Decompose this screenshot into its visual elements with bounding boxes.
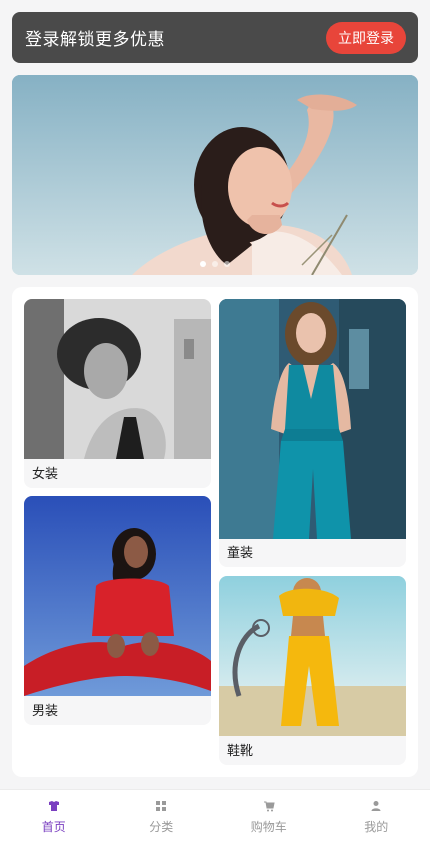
- hero-image: [12, 75, 418, 275]
- mens-photo: [24, 496, 211, 696]
- shoes-photo: [219, 576, 406, 736]
- nav-item-profile[interactable]: 我的: [323, 790, 430, 844]
- category-label: 女装: [32, 467, 59, 482]
- nav-item-home[interactable]: 首页: [0, 790, 108, 844]
- nav-item-label: 分类: [149, 819, 174, 834]
- nav-item-label: 购物车: [250, 819, 287, 834]
- nav-item-cart[interactable]: 购物车: [215, 790, 323, 844]
- shirt-icon: [48, 800, 59, 811]
- person-icon: [371, 800, 381, 811]
- category-card-mens[interactable]: 男装: [24, 496, 211, 725]
- carousel-dot[interactable]: [224, 261, 230, 267]
- grid-icon: [156, 800, 167, 811]
- nav-item-category[interactable]: 分类: [108, 790, 216, 844]
- carousel-dots: [12, 261, 418, 267]
- category-card-kids[interactable]: 童装: [219, 299, 406, 567]
- carousel-dot[interactable]: [200, 261, 206, 267]
- nav-item-label: 我的: [364, 819, 389, 834]
- login-banner-text: 登录解锁更多优惠: [25, 30, 165, 50]
- kids-photo: [219, 299, 406, 539]
- category-card-womens[interactable]: 女装: [24, 299, 211, 488]
- login-button[interactable]: 立即登录: [326, 21, 406, 54]
- womens-photo: [24, 299, 211, 459]
- category-card-shoes[interactable]: 鞋靴: [219, 576, 406, 765]
- category-label: 童装: [227, 546, 254, 561]
- category-label: 鞋靴: [227, 744, 254, 759]
- nav-item-label: 首页: [41, 819, 66, 834]
- bottom-nav: 首页 分类 购物车 我的: [0, 789, 430, 844]
- category-label: 男装: [32, 704, 59, 719]
- cart-icon: [263, 801, 275, 811]
- hero-carousel[interactable]: [12, 75, 418, 275]
- category-panel: 女装 童装 男装 鞋靴: [12, 287, 418, 777]
- login-banner: 登录解锁更多优惠 立即登录: [12, 12, 418, 63]
- carousel-dot[interactable]: [212, 261, 218, 267]
